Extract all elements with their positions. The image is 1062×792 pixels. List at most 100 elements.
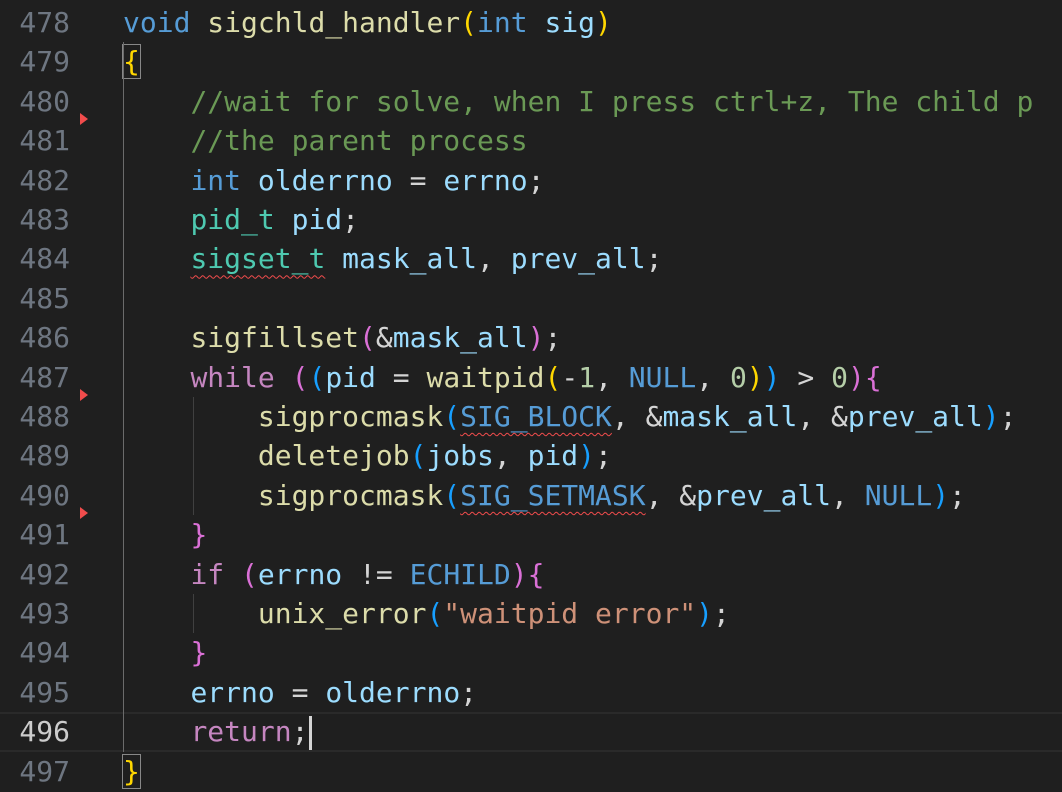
code-token: { — [122, 44, 141, 80]
line-number: 485 — [19, 281, 70, 315]
code-token: prev_all — [696, 478, 832, 512]
code-token: - — [561, 360, 579, 394]
code-token: while — [190, 360, 275, 394]
code-token: if — [190, 557, 225, 591]
line-number: 482 — [19, 163, 70, 197]
code-text[interactable]: //wait for solve, when I press ctrl+z, T… — [123, 84, 1033, 120]
code-token: errno — [190, 675, 275, 709]
code-line[interactable]: 496 return; — [0, 712, 1062, 752]
code-text[interactable]: errno = olderrno; — [123, 675, 477, 711]
code-line[interactable]: 478 void sigchld_handler(int sig) — [0, 3, 1062, 42]
code-token: ; — [527, 163, 545, 197]
code-token: errno — [257, 557, 343, 591]
code-token: } — [190, 636, 208, 670]
code-line[interactable]: 487 while ((pid = waitpid(-1, NULL, 0)) … — [0, 358, 1062, 397]
code-text[interactable]: //the parent process — [123, 123, 528, 159]
code-text[interactable]: } — [122, 753, 141, 790]
code-token: > — [780, 360, 832, 394]
code-token: , & — [611, 400, 663, 433]
code-token: = — [274, 675, 326, 709]
code-token: ( — [308, 360, 326, 394]
code-line[interactable]: 483 pid_t pid; — [0, 200, 1062, 239]
code-line[interactable]: 488 sigprocmask(SIG_BLOCK, &mask_all, &p… — [0, 389, 1062, 436]
code-token: sig — [544, 6, 596, 39]
diff-marker-icon[interactable] — [80, 389, 88, 401]
code-token: ) — [763, 360, 781, 394]
code-token: ) — [847, 360, 865, 394]
line-number: 489 — [19, 439, 70, 473]
code-text[interactable]: { — [122, 44, 141, 80]
code-text[interactable]: } — [123, 635, 207, 671]
code-line[interactable]: 491 } — [0, 507, 1062, 554]
code-token: int — [477, 6, 528, 39]
code-token: olderrno — [325, 675, 461, 709]
code-line[interactable]: 484 sigset_t mask_all, prev_all; — [0, 239, 1062, 278]
code-token: ) — [746, 360, 764, 394]
code-line[interactable]: 497} — [0, 752, 1062, 791]
code-line[interactable]: 486 sigfillset(&mask_all); — [0, 318, 1062, 357]
code-editor[interactable]: 478 void sigchld_handler(int sig) 479{480 … — [0, 0, 1062, 792]
code-token: ) — [595, 6, 612, 39]
code-token: , & — [797, 400, 848, 433]
line-number: 493 — [19, 597, 70, 630]
code-token: int — [190, 163, 242, 197]
code-line[interactable]: 482 int olderrno = errno; — [0, 161, 1062, 200]
code-line[interactable]: 490 sigprocmask(SIG_SETMASK, &prev_all, … — [0, 476, 1062, 515]
code-line[interactable]: 480 //wait for solve, when I press ctrl+… — [0, 82, 1062, 121]
code-text[interactable]: } — [123, 517, 207, 553]
code-token: unix_error — [257, 597, 427, 630]
code-token: NULL — [628, 360, 697, 394]
diff-marker-icon[interactable] — [80, 507, 88, 520]
code-token: prev_all — [847, 400, 983, 433]
code-token: ( — [409, 439, 427, 473]
code-token: , — [477, 242, 511, 276]
line-number: 486 — [19, 321, 70, 355]
code-token: pid_t — [190, 203, 275, 236]
code-text[interactable]: return; — [123, 714, 313, 751]
code-token: ( — [443, 478, 461, 512]
code-line[interactable]: 489 deletejob(jobs, pid); — [0, 436, 1062, 475]
code-text[interactable]: deletejob(jobs, pid); — [123, 438, 612, 474]
code-token: pid — [325, 360, 376, 394]
code-text[interactable]: if (errno != ECHILD){ — [123, 557, 544, 593]
code-token: jobs — [426, 439, 494, 473]
code-token: //the parent process — [190, 124, 528, 158]
code-token: ) — [696, 597, 714, 630]
code-text[interactable]: sigprocmask(SIG_BLOCK, &mask_all, &prev_… — [123, 399, 1017, 435]
code-text[interactable]: unix_error("waitpid error"); — [123, 596, 730, 632]
code-line[interactable]: 494 } — [0, 633, 1062, 672]
code-token: ; — [999, 400, 1017, 433]
code-token: //wait for solve, when I press ctrl+z, T… — [190, 84, 1034, 118]
code-line[interactable]: 485 — [0, 279, 1062, 318]
diff-marker-icon[interactable] — [80, 113, 88, 126]
code-text[interactable]: sigset_t mask_all, prev_all; — [123, 241, 662, 277]
code-line[interactable]: 495 errno = olderrno; — [0, 673, 1062, 712]
code-line[interactable]: 492 if (errno != ECHILD){ — [0, 555, 1062, 594]
code-token: ; — [291, 715, 309, 749]
code-line[interactable]: 493 unix_error("waitpid error"); — [0, 594, 1062, 633]
indent-guide — [193, 594, 194, 634]
code-line[interactable]: 481 //the parent process — [0, 113, 1062, 160]
code-text[interactable]: pid_t pid; — [123, 202, 359, 238]
code-text[interactable]: while ((pid = waitpid(-1, NULL, 0)) > 0)… — [123, 360, 881, 396]
code-text[interactable]: sigfillset(&mask_all); — [123, 320, 561, 356]
code-text[interactable]: void sigchld_handler(int sig) — [123, 5, 612, 41]
code-token: { — [527, 557, 545, 591]
code-token: deletejob — [257, 439, 410, 473]
code-text[interactable]: int olderrno = errno; — [123, 163, 544, 199]
code-line[interactable]: 479 { — [0, 42, 1062, 81]
code-text[interactable]: sigprocmask(SIG_SETMASK, &prev_all, NULL… — [123, 478, 966, 514]
code-token: NULL — [864, 478, 933, 512]
